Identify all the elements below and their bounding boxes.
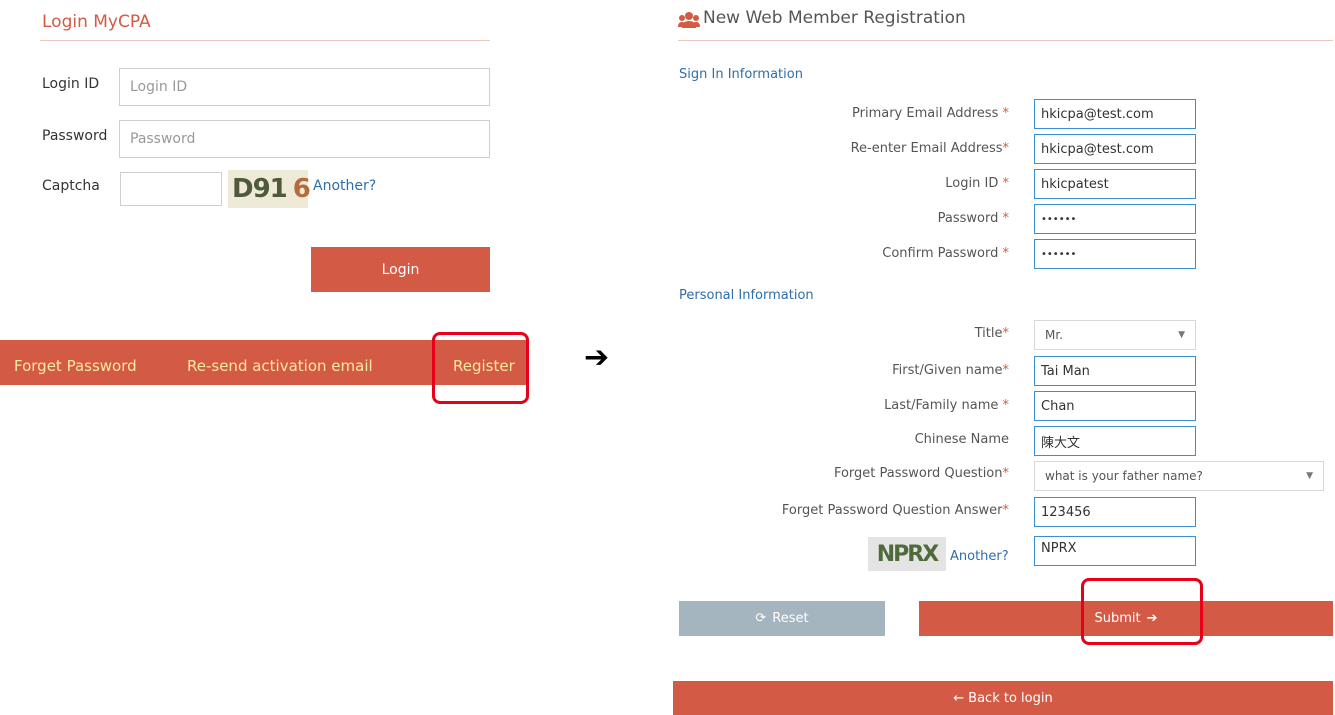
arrow-left-icon: ← [953,690,965,706]
answer-input[interactable]: 123456 [1034,497,1196,527]
login-title: Login MyCPA [42,12,151,32]
password-input[interactable]: Password [119,120,490,158]
primary-email-input[interactable]: hkicpa@test.com [1034,99,1196,129]
question-select-value: what is your father name? [1045,469,1203,483]
login-id-label: Login ID [42,76,100,92]
title-divider [40,40,490,41]
login-id-reg-label-text: Login ID [945,176,999,191]
primary-email-label-text: Primary Email Address [852,106,999,121]
captcha-image: D91 6 [228,170,311,208]
required-mark: * [1002,141,1010,156]
answer-label-text: Forget Password Question Answer [781,503,1003,518]
users-icon [678,12,700,28]
question-label: Forget Password Question* [669,466,1009,481]
password-reg-label-text: Password [937,211,999,226]
required-mark: * [1002,466,1010,481]
registration-divider [678,40,1333,41]
captcha2-text: NPRX [876,541,939,567]
title-label-text: Title [974,326,1003,341]
required-mark: * [1002,326,1010,341]
submit-highlight [1081,578,1203,645]
captcha-label: Captcha [42,178,100,194]
captcha2-input[interactable]: NPRX [1034,536,1196,566]
reenter-email-label: Re-enter Email Address* [669,141,1009,156]
first-name-input[interactable]: Tai Man [1034,356,1196,386]
login-id-input[interactable]: Login ID [119,68,490,106]
required-mark: * [1002,503,1010,518]
chevron-down-icon: ▼ [1178,330,1185,340]
first-name-label: First/Given name* [669,363,1009,378]
last-name-input[interactable]: Chan [1034,391,1196,421]
reset-button-label: Reset [772,611,809,626]
login-id-reg-input[interactable]: hkicpatest [1034,169,1196,199]
captcha2-refresh-link[interactable]: Another? [950,549,1009,564]
confirm-password-label: Confirm Password * [669,246,1009,261]
required-mark: * [1002,398,1010,413]
arrow-right-icon: ➔ [584,340,610,375]
reenter-email-input[interactable]: hkicpa@test.com [1034,134,1196,164]
resend-activation-link[interactable]: Re-send activation email [187,357,373,375]
login-button[interactable]: Login [311,247,490,292]
back-to-login-label: Back to login [968,690,1053,706]
refresh-icon: ⟳ [755,611,767,626]
registration-title: New Web Member Registration [703,8,966,28]
captcha-text-a: D91 [232,174,288,204]
captcha-refresh-link[interactable]: Another? [313,178,376,194]
last-name-label-text: Last/Family name [884,398,999,413]
reenter-email-label-text: Re-enter Email Address [850,141,1003,156]
answer-label: Forget Password Question Answer* [669,503,1009,518]
captcha-input[interactable] [120,172,222,206]
question-select[interactable]: what is your father name? ▼ [1034,461,1324,491]
captcha-text-b: 6 [292,174,311,204]
title-label: Title* [669,326,1009,341]
confirm-password-input[interactable]: •••••• [1034,239,1196,269]
password-reg-label: Password * [669,211,1009,226]
back-to-login-button[interactable]: ← Back to login [673,681,1333,715]
forget-password-link[interactable]: Forget Password [14,357,137,375]
title-select[interactable]: Mr. ▼ [1034,320,1196,350]
required-mark: * [1002,363,1010,378]
register-highlight [432,332,529,404]
last-name-label: Last/Family name * [669,398,1009,413]
login-id-reg-label: Login ID * [669,176,1009,191]
required-mark: * [1002,106,1010,121]
captcha-image-2: NPRX [868,537,946,571]
question-label-text: Forget Password Question [833,466,1003,481]
password-reg-input[interactable]: •••••• [1034,204,1196,234]
first-name-label-text: First/Given name [892,363,1003,378]
chinese-name-label: Chinese Name [914,432,1009,447]
sign-in-section-heading: Sign In Information [679,67,803,82]
primary-email-label: Primary Email Address * [669,106,1009,121]
password-label: Password [42,128,108,144]
required-mark: * [1002,211,1010,226]
reset-button[interactable]: ⟳ Reset [679,601,885,636]
required-mark: * [1002,246,1010,261]
chinese-name-input[interactable]: 陳大文 [1034,426,1196,456]
required-mark: * [1002,176,1010,191]
chevron-down-icon: ▼ [1306,471,1313,481]
confirm-password-label-text: Confirm Password [882,246,999,261]
title-select-value: Mr. [1045,328,1063,342]
personal-section-heading: Personal Information [679,288,814,303]
